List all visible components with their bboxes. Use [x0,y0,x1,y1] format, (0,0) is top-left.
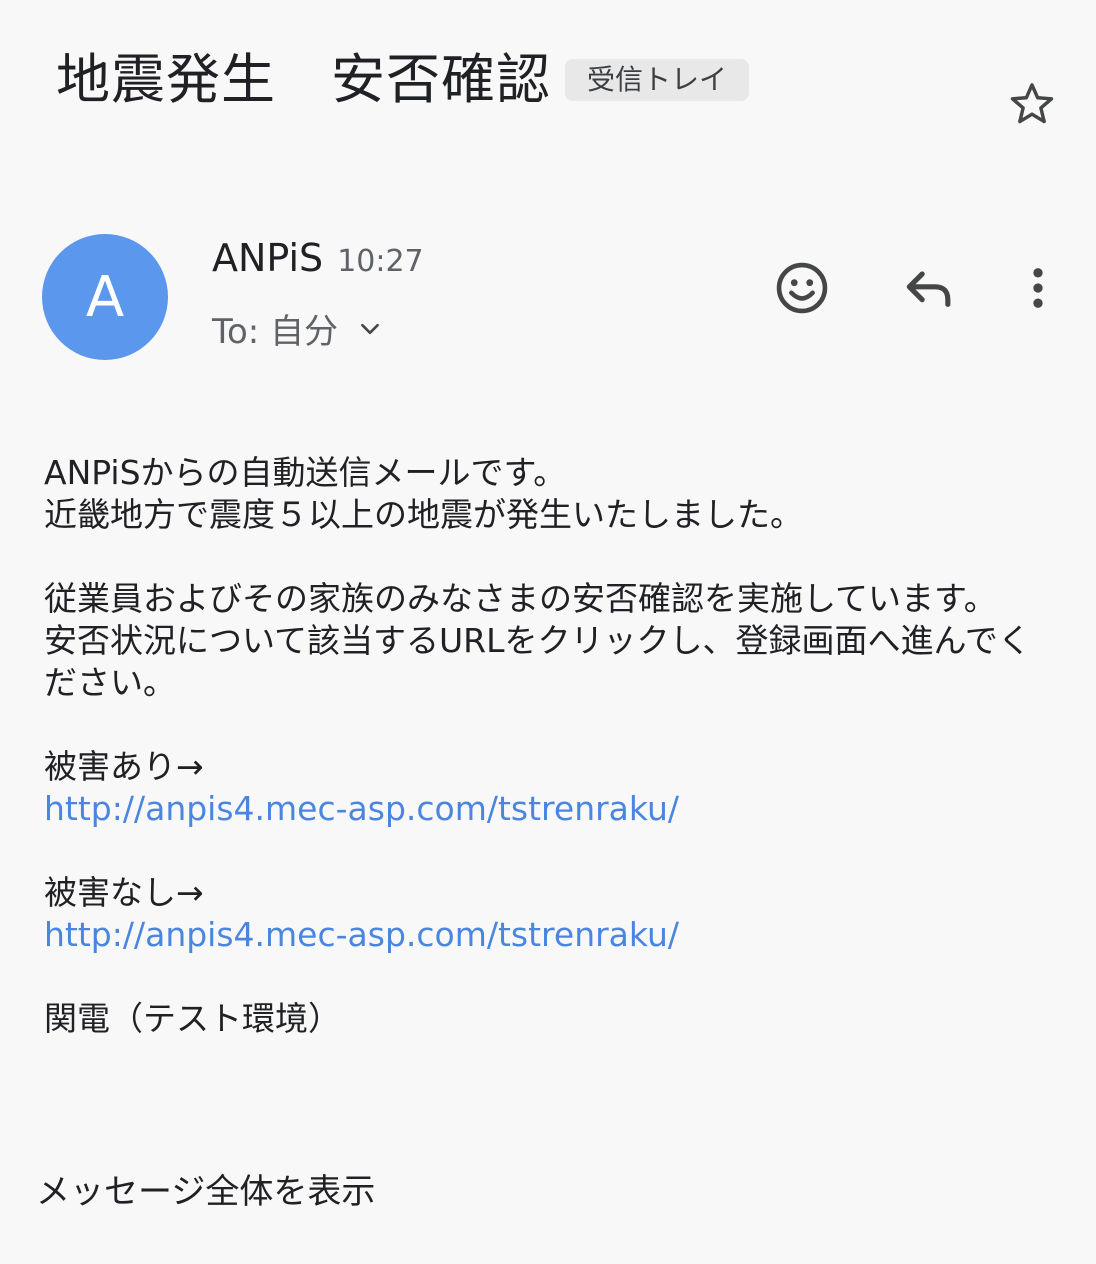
email-subject: 地震発生 安否確認 [56,48,551,111]
more-vert-icon [1033,268,1043,308]
chevron-down-icon [356,315,384,343]
more-options-button[interactable] [1006,256,1070,320]
inbox-label-chip[interactable]: 受信トレイ [565,59,750,101]
reply-button[interactable] [896,256,960,320]
damage-yes-link[interactable]: http://anpis4.mec-asp.com/tstrenraku/ [44,789,679,828]
add-reaction-button[interactable] [770,256,834,320]
subject-row: 地震発生 安否確認 受信トレイ [56,44,996,116]
damage-no-link[interactable]: http://anpis4.mec-asp.com/tstrenraku/ [44,915,679,954]
damage-no-label: 被害なし→ [44,873,204,912]
damage-yes-label: 被害あり→ [44,747,204,786]
emoji-icon [776,262,828,314]
email-body: ANPiSからの自動送信メールです。 近畿地方で震度５以上の地震が発生いたしまし… [44,452,1054,1040]
message-actions [770,256,1070,320]
recipient-text: To: 自分 [212,312,339,352]
body-line: ANPiSからの自動送信メールです。 [44,453,567,492]
show-full-message-link[interactable]: メッセージ全体を表示 [36,1164,375,1213]
star-button[interactable] [1004,76,1060,132]
reply-icon [906,271,951,307]
body-line: 近畿地方で震度５以上の地震が発生いたしました。 [44,495,803,534]
sender-avatar[interactable]: A [42,234,168,360]
sender-name[interactable]: ANPiS [212,236,323,280]
recipient-toggle[interactable]: To: 自分 [212,304,384,353]
sender-header: ANPiS 10:27 [212,236,424,280]
body-line: 従業員およびその家族のみなさまの安否確認を実施しています。 [44,579,997,618]
sent-time: 10:27 [337,244,424,279]
star-icon [1010,83,1054,124]
signature: 関電（テスト環境） [44,999,341,1038]
body-line: 安否状況について該当するURLをクリックし、登録画面へ進んでください。 [44,621,1031,702]
